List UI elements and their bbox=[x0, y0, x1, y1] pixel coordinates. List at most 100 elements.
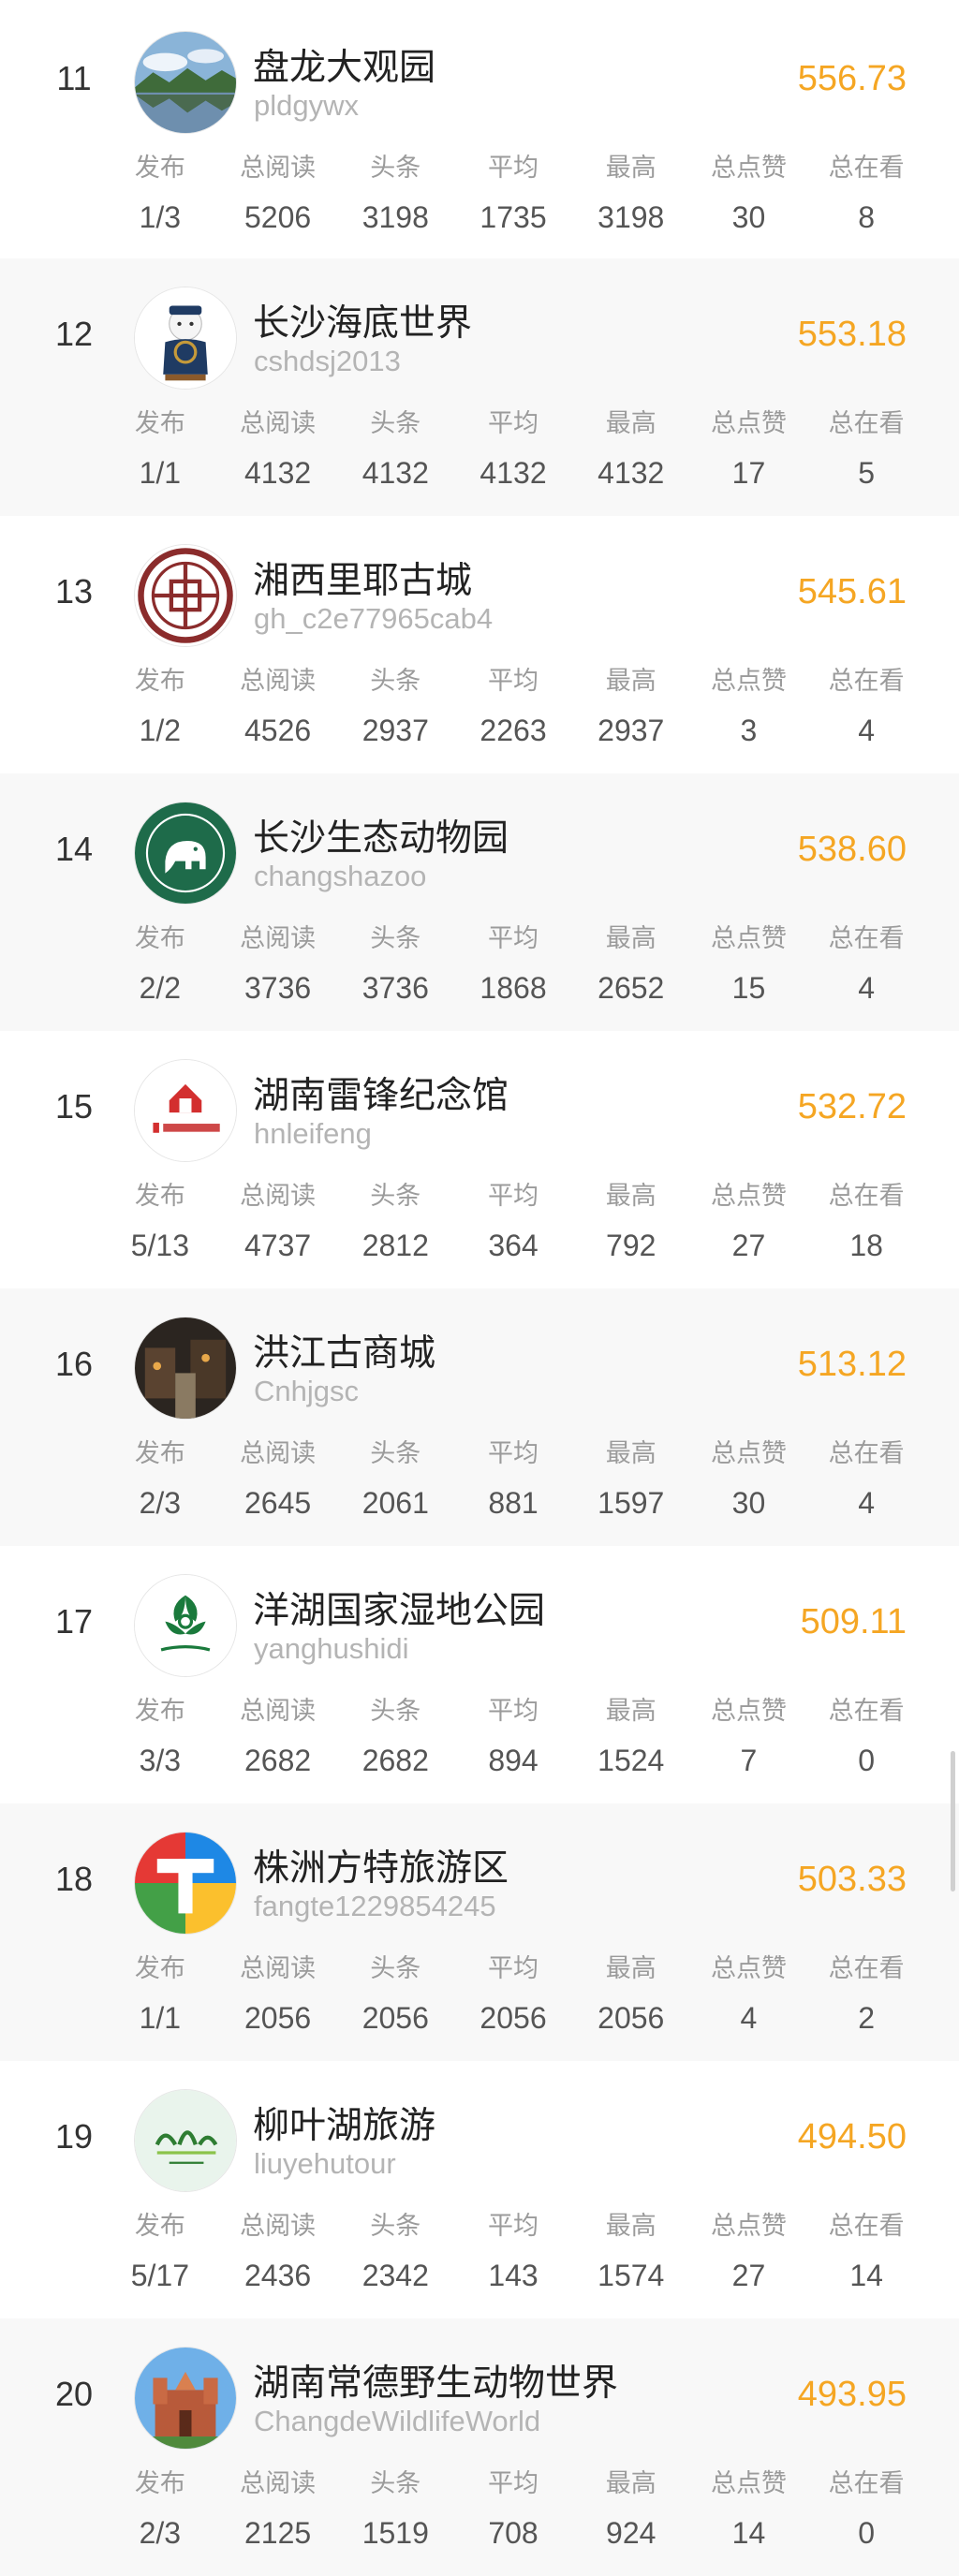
stat-column: 最高 1597 bbox=[572, 1438, 690, 1521]
avatar[interactable] bbox=[134, 2089, 237, 2192]
stat-value: 2342 bbox=[361, 2259, 429, 2292]
stat-column: 总在看 14 bbox=[807, 2211, 925, 2293]
list-item[interactable]: 20 湖南常德野生动物世界 ChangdeWildlifeWorld 493.95 发布… bbox=[0, 2318, 959, 2576]
stat-column: 头条 3198 bbox=[336, 153, 454, 235]
stat-value: 4132 bbox=[598, 456, 665, 490]
avatar[interactable] bbox=[134, 1059, 237, 1162]
stat-column: 总在看 8 bbox=[807, 153, 925, 235]
stat-column: 平均 364 bbox=[454, 1181, 572, 1263]
stats-group: 发布 3/3 总阅读 2682 头条 2682 平均 894 最高 1524 总点赞 7 总在看 0 bbox=[101, 1696, 925, 1778]
avatar[interactable] bbox=[134, 31, 237, 134]
stat-value: 17 bbox=[731, 456, 766, 490]
account-name[interactable]: 洪江古商城 bbox=[253, 1324, 435, 1376]
stat-column: 总点赞 30 bbox=[690, 1438, 808, 1521]
stat-column: 总阅读 4526 bbox=[219, 666, 337, 748]
stat-label: 最高 bbox=[605, 1954, 657, 1983]
account-id: fangte1229854245 bbox=[254, 1890, 496, 1922]
list-item[interactable]: 12 长沙海底世界 cshdsj2013 553.18 发布 1/1 总阅读 4132 头条 41… bbox=[0, 258, 959, 516]
memorial-logo-icon bbox=[135, 1060, 236, 1161]
landscape-lake-icon bbox=[135, 32, 236, 133]
index-score: 532.72 bbox=[797, 1087, 907, 1126]
account-name[interactable]: 湘西里耶古城 bbox=[253, 552, 472, 604]
stat-column: 总阅读 5206 bbox=[219, 153, 337, 235]
account-name[interactable]: 株洲方特旅游区 bbox=[253, 1839, 509, 1892]
list-item[interactable]: 14 长沙生态动物园 changshazoo 538.60 发布 2/2 总阅读 3736 头条… bbox=[0, 773, 959, 1031]
stat-column: 发布 2/2 bbox=[101, 923, 219, 1006]
stat-value: 4 bbox=[858, 971, 876, 1005]
account-name[interactable]: 湖南雷锋纪念馆 bbox=[253, 1067, 509, 1119]
index-score: 545.61 bbox=[797, 572, 907, 611]
avatar[interactable] bbox=[134, 802, 237, 905]
stat-column: 发布 1/1 bbox=[101, 1953, 219, 2036]
account-name[interactable]: 长沙海底世界 bbox=[253, 294, 472, 346]
stats-group: 发布 1/2 总阅读 4526 头条 2937 平均 2263 最高 2937 总点赞 3 总在看 4 bbox=[101, 666, 925, 748]
avatar[interactable] bbox=[134, 544, 237, 647]
account-id: Cnhjgsc bbox=[254, 1375, 359, 1407]
stat-value: 2056 bbox=[361, 2001, 429, 2035]
stat-column: 总阅读 2682 bbox=[219, 1696, 337, 1778]
avatar[interactable] bbox=[134, 1317, 237, 1420]
account-id: hnleifeng bbox=[254, 1117, 372, 1150]
list-item[interactable]: 19 柳叶湖旅游 liuyehutour 494.50 发布 5/17 总阅读 2436 头条 2… bbox=[0, 2061, 959, 2318]
account-name[interactable]: 柳叶湖旅游 bbox=[253, 2097, 435, 2149]
stat-label: 头条 bbox=[370, 1697, 421, 1726]
list-item[interactable]: 17 洋湖国家湿地公园 yanghushidi 509.11 发布 3/3 总阅读 2682 头… bbox=[0, 1546, 959, 1803]
stat-column: 最高 924 bbox=[572, 2468, 690, 2551]
stat-column: 头条 1519 bbox=[336, 2468, 454, 2551]
stat-label: 发布 bbox=[134, 924, 185, 953]
stat-column: 总在看 18 bbox=[807, 1181, 925, 1263]
stat-value: 3198 bbox=[361, 200, 429, 234]
list-item[interactable]: 16 洪江古商城 Cnhjgsc 513.12 发布 2/3 总阅读 2645 头条 2061 平均… bbox=[0, 1288, 959, 1546]
stat-column: 总点赞 17 bbox=[690, 408, 808, 491]
stat-column: 总在看 4 bbox=[807, 1438, 925, 1521]
stat-value: 2/2 bbox=[139, 971, 182, 1005]
stat-column: 总点赞 27 bbox=[690, 1181, 808, 1263]
stat-column: 总点赞 7 bbox=[690, 1696, 808, 1778]
account-name[interactable]: 长沙生态动物园 bbox=[253, 809, 509, 861]
stat-column: 发布 2/3 bbox=[101, 2468, 219, 2551]
stat-value: 0 bbox=[858, 1744, 876, 1777]
avatar[interactable] bbox=[134, 1832, 237, 1935]
stat-column: 总阅读 2125 bbox=[219, 2468, 337, 2551]
avatar[interactable] bbox=[134, 287, 237, 390]
avatar[interactable] bbox=[134, 2347, 237, 2450]
rank-number: 11 bbox=[56, 59, 92, 97]
stat-value: 2056 bbox=[598, 2001, 665, 2035]
stat-label: 发布 bbox=[134, 1954, 185, 1983]
stat-value: 2/3 bbox=[139, 2516, 182, 2550]
account-name[interactable]: 盘龙大观园 bbox=[253, 38, 435, 91]
list-item[interactable]: 13 湘西里耶古城 gh_c2e77965cab4 545.61 发布 1/2 总阅读 452… bbox=[0, 516, 959, 773]
stat-label: 头条 bbox=[370, 1954, 421, 1983]
list-item[interactable]: 11 盘龙大观园 pldgywx 556.73 发布 1/3 总阅读 5206 头条 3198 平均… bbox=[0, 3, 959, 258]
stat-label: 平均 bbox=[488, 1182, 539, 1211]
list-item[interactable]: 15 湖南雷锋纪念馆 hnleifeng 532.72 发布 5/13 总阅读 4737 头条 2… bbox=[0, 1031, 959, 1288]
stat-label: 平均 bbox=[488, 154, 539, 183]
castle-photo-icon bbox=[135, 2348, 236, 2449]
account-name[interactable]: 湖南常德野生动物世界 bbox=[253, 2354, 618, 2407]
stat-column: 头条 2937 bbox=[336, 666, 454, 748]
scrollbar[interactable] bbox=[951, 1751, 955, 1892]
stat-label: 发布 bbox=[134, 409, 185, 438]
stat-label: 总点赞 bbox=[710, 154, 787, 183]
stat-column: 头条 2056 bbox=[336, 1953, 454, 2036]
avatar[interactable] bbox=[134, 1574, 237, 1677]
stat-value: 18 bbox=[849, 1229, 883, 1262]
stat-column: 发布 5/13 bbox=[101, 1181, 219, 1263]
stat-column: 最高 1524 bbox=[572, 1696, 690, 1778]
stat-column: 总点赞 3 bbox=[690, 666, 808, 748]
stat-column: 头条 3736 bbox=[336, 923, 454, 1006]
stat-label: 最高 bbox=[605, 1439, 657, 1468]
stat-label: 总在看 bbox=[828, 1954, 905, 1983]
account-id: cshdsj2013 bbox=[254, 345, 401, 377]
list-item[interactable]: 18 株洲方特旅游区 fangte1229854245 503.33 发布 1/1 总阅读 2… bbox=[0, 1803, 959, 2061]
stat-label: 总阅读 bbox=[240, 409, 317, 438]
stat-value: 5 bbox=[858, 456, 876, 490]
stat-label: 发布 bbox=[134, 2469, 185, 2498]
stat-column: 平均 894 bbox=[454, 1696, 572, 1778]
stat-column: 总在看 5 bbox=[807, 408, 925, 491]
stat-value: 2263 bbox=[480, 714, 547, 747]
stat-column: 最高 2652 bbox=[572, 923, 690, 1006]
account-id: gh_c2e77965cab4 bbox=[254, 602, 494, 635]
account-name[interactable]: 洋湖国家湿地公园 bbox=[253, 1582, 545, 1634]
stats-group: 发布 5/13 总阅读 4737 头条 2812 平均 364 最高 792 总点赞 27 总在看 18 bbox=[101, 1181, 925, 1263]
